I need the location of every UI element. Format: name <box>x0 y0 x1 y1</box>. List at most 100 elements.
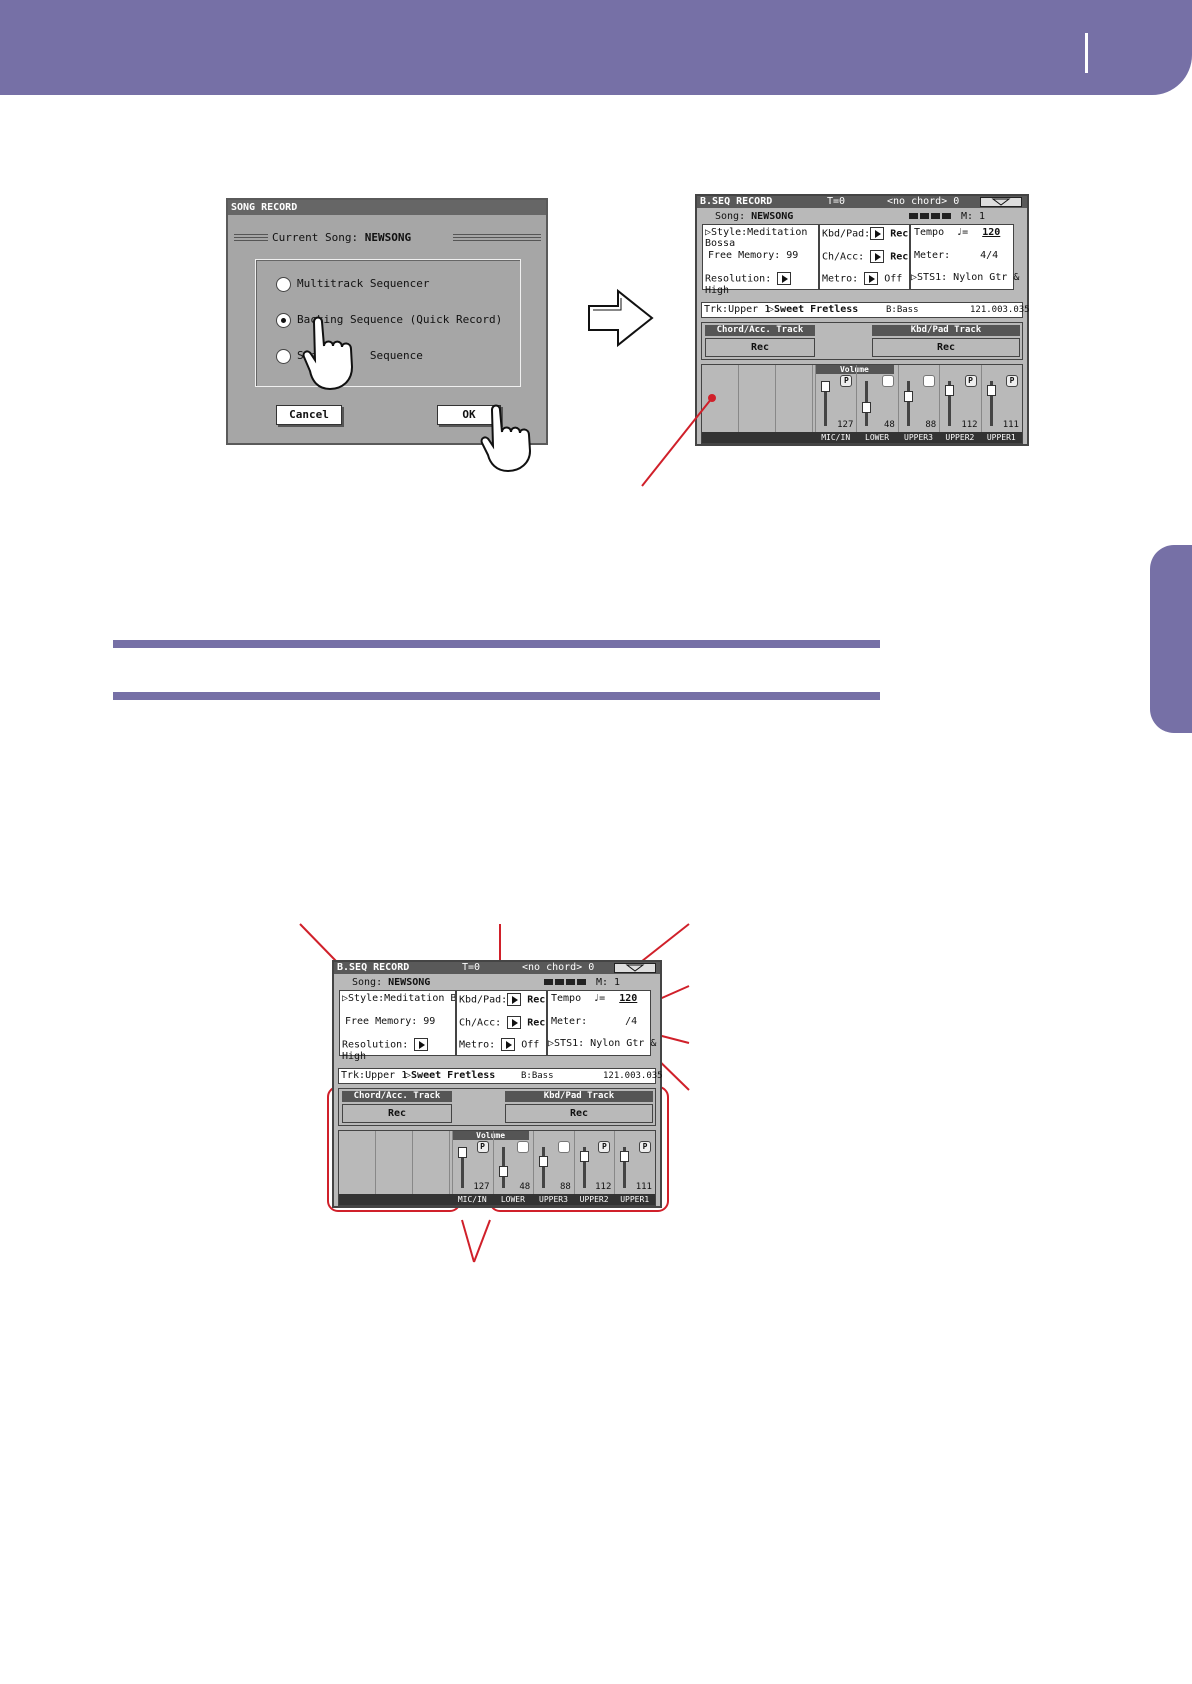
fader-knob[interactable] <box>945 385 955 397</box>
record-track-panel: Chord/Acc. Track Rec Kbd/Pad Track Rec <box>701 322 1023 360</box>
play-arrow-icon[interactable] <box>414 1038 429 1051</box>
channel-name: MIC/IN <box>457 1195 487 1204</box>
track-info-bar: Trk:Upper 1 ▷Sweet Fretless B:Bass 121.0… <box>338 1068 663 1084</box>
chord-track-rec-button[interactable]: Rec <box>705 338 815 357</box>
fader-knob[interactable] <box>821 381 830 392</box>
mute-button[interactable]: M <box>923 375 936 387</box>
play-button[interactable]: P <box>1005 375 1018 387</box>
song-name: NEWSONG <box>388 977 431 988</box>
hand-pointer-icon <box>480 404 532 473</box>
mixer-channel[interactable]: P 111 <box>614 1131 655 1194</box>
tempo-value[interactable]: 120 <box>619 993 637 1004</box>
sts-row[interactable]: ▷STS1: Nylon Gtr & <box>548 1038 656 1049</box>
style-row[interactable]: ▷Style:Meditation Bossa <box>705 227 818 249</box>
kbd-pad-row[interactable]: Kbd/Pad: Rec <box>822 227 908 240</box>
style-row[interactable]: ▷Style:Meditation Bossa <box>342 993 455 1004</box>
transpose-readout: T=0 <box>827 196 846 207</box>
tempo-row[interactable]: Tempo ♩= 120 <box>551 993 637 1004</box>
fader-knob[interactable] <box>458 1147 467 1158</box>
grille-decoration <box>453 234 541 243</box>
option-label: Multitrack Sequencer <box>297 277 430 290</box>
song-label: Song: <box>352 977 383 988</box>
beat-indicator <box>544 979 588 985</box>
play-arrow-icon[interactable] <box>864 272 879 285</box>
kbd-track-rec-button[interactable]: Rec <box>505 1104 653 1123</box>
metro-row[interactable]: Metro: Off <box>822 272 902 285</box>
kbd-pad-row[interactable]: Kbd/Pad: Rec <box>459 993 545 1006</box>
bseq-record-screen-annotated: B.SEQ RECORD T=0 <no chord> 0 Song: NEWS… <box>332 960 663 1208</box>
sts-row[interactable]: ▷STS1: Nylon Gtr & <box>911 272 1019 283</box>
ch-acc-row[interactable]: Ch/Acc: Rec <box>459 1016 545 1029</box>
fader-knob[interactable] <box>620 1150 630 1162</box>
kbd-track-rec-button[interactable]: Rec <box>872 338 1020 357</box>
side-chapter-tab <box>1150 545 1192 733</box>
fader-knob[interactable] <box>903 391 913 403</box>
radio-icon[interactable] <box>276 276 291 292</box>
hand-pointer-icon <box>302 316 354 390</box>
mixer-channel[interactable]: M 48 <box>856 365 897 432</box>
mixer-channel[interactable]: P 127 <box>815 365 856 432</box>
fader-knob[interactable] <box>539 1156 549 1168</box>
play-arrow-icon[interactable] <box>501 1038 516 1051</box>
play-button[interactable]: P <box>964 375 977 387</box>
mute-button[interactable]: M <box>881 375 894 387</box>
track-info-bar: Trk:Upper 1 ▷Sweet Fretless B:Bass 121.0… <box>701 302 1030 318</box>
mixer-channel[interactable]: P 112 <box>573 1131 615 1194</box>
mixer-channel[interactable]: P 111 <box>980 365 1022 432</box>
channel-name: LOWER <box>500 1195 525 1204</box>
track-sound[interactable]: ▷Sweet Fretless <box>405 1069 495 1083</box>
resolution-row[interactable]: Resolution: High <box>705 272 818 296</box>
fader-knob[interactable] <box>498 1165 508 1177</box>
play-button[interactable]: P <box>476 1141 489 1153</box>
song-label: Song: <box>715 211 746 222</box>
play-arrow-icon[interactable] <box>870 250 885 263</box>
play-button[interactable]: P <box>840 375 853 387</box>
mixer-channel[interactable]: P 127 <box>452 1131 493 1194</box>
current-song-row: Current Song: NEWSONG <box>228 230 546 246</box>
mute-button[interactable]: M <box>517 1141 530 1153</box>
ch-acc-row[interactable]: Ch/Acc: Rec <box>822 250 908 263</box>
option-multitrack[interactable]: Multitrack Sequencer <box>276 275 429 293</box>
header-band <box>0 0 1192 95</box>
mute-button[interactable]: M <box>557 1141 570 1153</box>
fader-knob[interactable] <box>862 402 872 414</box>
info-panel-middle: Kbd/Pad: Rec Ch/Acc: Rec Metro: Off <box>456 990 547 1056</box>
song-row: Song: NEWSONG <box>352 976 430 989</box>
song-name: NEWSONG <box>751 211 794 222</box>
channel-volume-value: 48 <box>883 420 895 430</box>
radio-selected-icon[interactable] <box>276 312 291 328</box>
channel-name: UPPER2 <box>579 1195 609 1204</box>
menu-dropdown-icon[interactable] <box>614 963 656 973</box>
empty-mixer-slot <box>702 365 739 432</box>
play-button[interactable]: P <box>638 1141 651 1153</box>
play-arrow-icon[interactable] <box>507 1016 522 1029</box>
chord-track-rec-button[interactable]: Rec <box>342 1104 452 1123</box>
fader-knob[interactable] <box>579 1150 589 1162</box>
mixer-channel[interactable]: M 88 <box>533 1131 574 1194</box>
mixer-channel[interactable]: P 112 <box>939 365 980 432</box>
song-position: 121.003.035 <box>970 305 1030 315</box>
menu-dropdown-icon[interactable] <box>980 197 1022 207</box>
fader-knob[interactable] <box>986 385 996 397</box>
fader-track <box>542 1147 546 1188</box>
radio-icon[interactable] <box>276 348 291 364</box>
chord-readout: <no chord> 0 <box>522 962 595 973</box>
metro-row[interactable]: Metro: Off <box>459 1038 539 1051</box>
cancel-button[interactable]: Cancel <box>276 405 342 425</box>
play-arrow-icon[interactable] <box>507 993 522 1006</box>
bseq-record-screen: B.SEQ RECORD T=0 <no chord> 0 Song: NEWS… <box>695 194 1030 446</box>
resolution-row[interactable]: Resolution: High <box>342 1038 455 1062</box>
tempo-value[interactable]: 120 <box>982 227 1000 238</box>
play-arrow-icon[interactable] <box>777 272 792 285</box>
mixer-channel[interactable]: M 48 <box>492 1131 534 1194</box>
play-button[interactable]: P <box>598 1141 611 1153</box>
mixer-channel[interactable]: M 88 <box>897 365 939 432</box>
tempo-row[interactable]: Tempo ♩= 120 <box>914 227 1000 238</box>
channel-name: UPPER3 <box>904 433 933 442</box>
mode-title: B.SEQ RECORD <box>700 196 773 207</box>
channel-name: UPPER1 <box>986 433 1016 442</box>
volume-mixer: Volume P 127 MIC/IN M 48 LOWER M 88 UPPER3 P 112 UPP… <box>701 364 1023 444</box>
header-divider <box>1085 33 1088 73</box>
track-sound[interactable]: ▷Sweet Fretless <box>768 303 858 317</box>
play-arrow-icon[interactable] <box>870 227 885 240</box>
